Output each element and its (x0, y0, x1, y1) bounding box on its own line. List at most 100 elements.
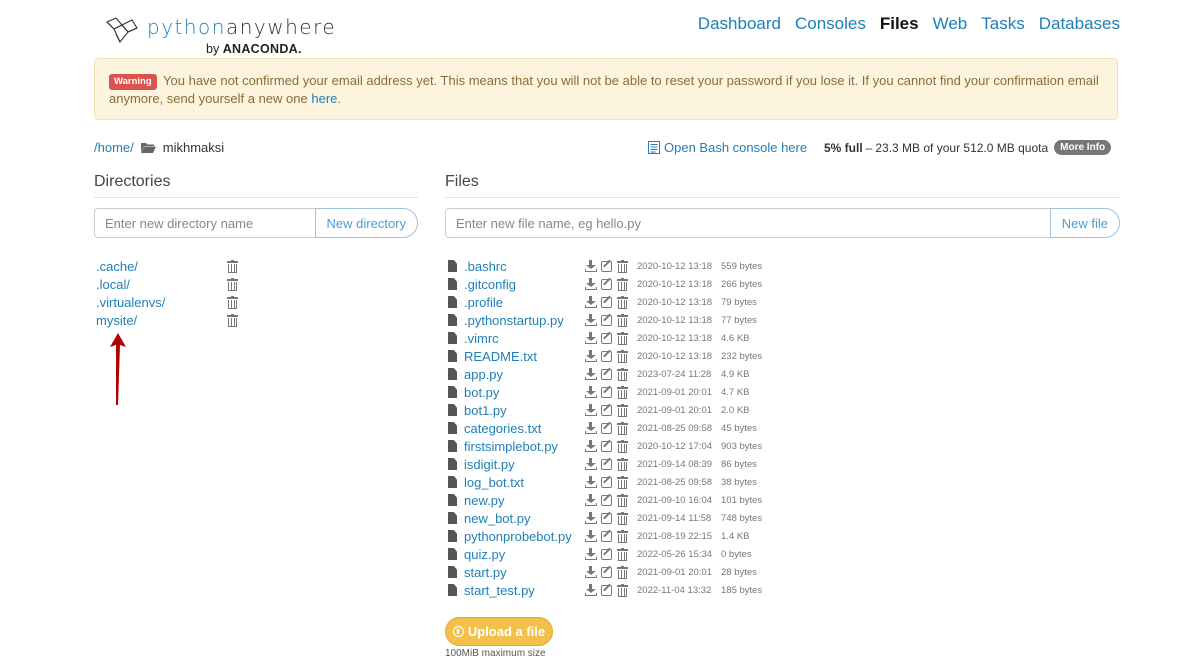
file-link[interactable]: start_test.py (464, 583, 585, 598)
download-icon[interactable] (585, 260, 597, 272)
file-link[interactable]: bot1.py (464, 403, 585, 418)
file-link[interactable]: .bashrc (464, 259, 585, 274)
edit-icon[interactable] (601, 530, 613, 542)
edit-icon[interactable] (601, 422, 613, 434)
download-icon[interactable] (585, 278, 597, 290)
open-bash-console-link[interactable]: Open Bash console here (648, 140, 807, 155)
file-link[interactable]: new_bot.py (464, 511, 585, 526)
file-link[interactable]: isdigit.py (464, 457, 585, 472)
nav-web[interactable]: Web (933, 14, 968, 34)
download-icon[interactable] (585, 368, 597, 380)
edit-icon[interactable] (601, 296, 613, 308)
file-link[interactable]: categories.txt (464, 421, 585, 436)
trash-icon[interactable] (617, 439, 628, 453)
edit-icon[interactable] (601, 512, 613, 524)
download-icon[interactable] (585, 422, 597, 434)
trash-icon[interactable] (227, 277, 238, 291)
trash-icon[interactable] (617, 547, 628, 561)
new-file-button[interactable]: New file (1049, 208, 1120, 238)
directory-link[interactable]: .local/ (96, 277, 227, 292)
directory-link[interactable]: .virtualenvs/ (96, 295, 227, 310)
nav-files[interactable]: Files (880, 14, 919, 34)
edit-icon[interactable] (601, 368, 613, 380)
nav-tasks[interactable]: Tasks (981, 14, 1024, 34)
file-link[interactable]: pythonprobebot.py (464, 529, 585, 544)
edit-icon[interactable] (601, 386, 613, 398)
trash-icon[interactable] (617, 421, 628, 435)
file-link[interactable]: start.py (464, 565, 585, 580)
download-icon[interactable] (585, 386, 597, 398)
trash-icon[interactable] (617, 583, 628, 597)
nav-databases[interactable]: Databases (1039, 14, 1120, 34)
download-icon[interactable] (585, 296, 597, 308)
resend-email-link[interactable]: here (311, 91, 337, 106)
trash-icon[interactable] (617, 529, 628, 543)
file-link[interactable]: quiz.py (464, 547, 585, 562)
trash-icon[interactable] (617, 277, 628, 291)
file-link[interactable]: .profile (464, 295, 585, 310)
edit-icon[interactable] (601, 332, 613, 344)
file-link[interactable]: bot.py (464, 385, 585, 400)
file-link[interactable]: new.py (464, 493, 585, 508)
trash-icon[interactable] (227, 313, 238, 327)
trash-icon[interactable] (617, 349, 628, 363)
edit-icon[interactable] (601, 566, 613, 578)
edit-icon[interactable] (601, 314, 613, 326)
nav-consoles[interactable]: Consoles (795, 14, 866, 34)
trash-icon[interactable] (617, 259, 628, 273)
brand-logo[interactable]: pythonanywhere by ANACONDA. (104, 14, 335, 60)
trash-icon[interactable] (617, 403, 628, 417)
trash-icon[interactable] (227, 259, 238, 273)
edit-icon[interactable] (601, 458, 613, 470)
upload-file-button[interactable]: Upload a file (445, 617, 553, 646)
trash-icon[interactable] (617, 385, 628, 399)
file-link[interactable]: .gitconfig (464, 277, 585, 292)
download-icon[interactable] (585, 332, 597, 344)
download-icon[interactable] (585, 494, 597, 506)
download-icon[interactable] (585, 458, 597, 470)
file-link[interactable]: log_bot.txt (464, 475, 585, 490)
download-icon[interactable] (585, 584, 597, 596)
edit-icon[interactable] (601, 584, 613, 596)
edit-icon[interactable] (601, 476, 613, 488)
nav-dashboard[interactable]: Dashboard (698, 14, 781, 34)
edit-icon[interactable] (601, 440, 613, 452)
directory-link[interactable]: mysite/ (96, 313, 227, 328)
file-link[interactable]: .vimrc (464, 331, 585, 346)
trash-icon[interactable] (617, 367, 628, 381)
download-icon[interactable] (585, 476, 597, 488)
trash-icon[interactable] (617, 475, 628, 489)
trash-icon[interactable] (617, 493, 628, 507)
trash-icon[interactable] (617, 511, 628, 525)
file-link[interactable]: README.txt (464, 349, 585, 364)
more-info-button[interactable]: More Info (1054, 140, 1112, 155)
trash-icon[interactable] (227, 295, 238, 309)
download-icon[interactable] (585, 314, 597, 326)
edit-icon[interactable] (601, 494, 613, 506)
file-link[interactable]: app.py (464, 367, 585, 382)
file-link[interactable]: firstsimplebot.py (464, 439, 585, 454)
download-icon[interactable] (585, 404, 597, 416)
new-file-input[interactable] (445, 208, 1050, 238)
download-icon[interactable] (585, 548, 597, 560)
download-icon[interactable] (585, 350, 597, 362)
trash-icon[interactable] (617, 313, 628, 327)
download-icon[interactable] (585, 530, 597, 542)
download-icon[interactable] (585, 440, 597, 452)
trash-icon[interactable] (617, 295, 628, 309)
trash-icon[interactable] (617, 457, 628, 471)
download-icon[interactable] (585, 566, 597, 578)
breadcrumb-home[interactable]: /home/ (94, 140, 134, 155)
file-link[interactable]: .pythonstartup.py (464, 313, 585, 328)
new-directory-input[interactable] (94, 208, 315, 238)
directory-link[interactable]: .cache/ (96, 259, 227, 274)
edit-icon[interactable] (601, 548, 613, 560)
new-directory-button[interactable]: New directory (314, 208, 418, 238)
trash-icon[interactable] (617, 565, 628, 579)
edit-icon[interactable] (601, 278, 613, 290)
trash-icon[interactable] (617, 331, 628, 345)
download-icon[interactable] (585, 512, 597, 524)
edit-icon[interactable] (601, 350, 613, 362)
edit-icon[interactable] (601, 260, 613, 272)
edit-icon[interactable] (601, 404, 613, 416)
